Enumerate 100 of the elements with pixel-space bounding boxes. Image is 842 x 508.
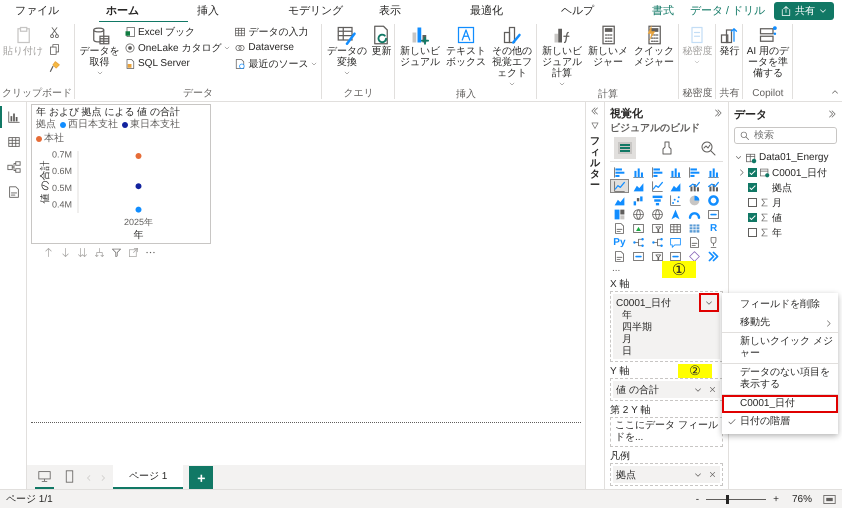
well-label: Y 軸 (610, 366, 630, 377)
zoom-out-button[interactable]: - (694, 494, 702, 504)
ribbon-button[interactable]: 新しいビジュアル (397, 24, 442, 69)
expand-icon[interactable] (713, 108, 723, 118)
field-pill[interactable]: 値 の合計 (613, 381, 720, 398)
menu-item[interactable]: C0001_日付 (722, 395, 838, 413)
ribbon-button[interactable]: Excel ブック (123, 24, 232, 39)
menu-item[interactable]: 新しいクイック メジャー (722, 333, 838, 364)
double-arrow-down-icon[interactable] (77, 247, 88, 258)
menu-item[interactable]: 移動先 (722, 314, 838, 333)
checkbox[interactable] (748, 198, 757, 207)
group-label: Copilot (751, 88, 784, 99)
slider-thumb[interactable] (726, 494, 730, 504)
ribbon-tab[interactable]: データ / ドリル (682, 0, 772, 22)
ribbon-button[interactable]: Dataverse (233, 40, 320, 55)
share-button[interactable]: 共有 (774, 2, 834, 20)
fit-page-icon[interactable] (823, 492, 836, 506)
checkbox[interactable] (748, 228, 757, 237)
dropdown-button[interactable] (701, 295, 717, 310)
scissors-icon[interactable] (48, 26, 61, 39)
checkbox[interactable] (748, 213, 757, 222)
data-point (136, 206, 142, 213)
ribbon-button[interactable]: 新しいメジャー (585, 24, 630, 69)
page-tab[interactable]: ページ 1 (113, 465, 184, 489)
page-counter: ページ 1/1 (6, 493, 53, 506)
collapse-icon[interactable] (590, 106, 600, 116)
focus-mode-icon[interactable] (128, 247, 139, 258)
well-label: 第 2 Y 軸 (610, 405, 650, 416)
globe-icon (632, 208, 645, 220)
table-icon (745, 152, 757, 164)
filters-pane-label[interactable]: フィルター (590, 136, 600, 191)
search-icon (739, 130, 750, 141)
ribbon-tab[interactable]: モデリング (280, 0, 370, 22)
legend-label: 本社 (44, 133, 64, 145)
fork-icon[interactable] (94, 247, 105, 258)
data-point (136, 183, 142, 190)
checkbox[interactable] (748, 168, 757, 177)
search-box[interactable]: 検索 (734, 127, 837, 144)
caret-icon[interactable] (734, 153, 743, 162)
ribbon-button[interactable]: データの入力 (233, 24, 320, 39)
ribbon-button[interactable]: その他の視覚エフェクト (489, 24, 534, 89)
pie-chart-icon (688, 194, 702, 206)
ribbon-tab[interactable]: ヘルプ (554, 0, 643, 22)
ribbon-button[interactable]: テキストボックス (443, 24, 488, 69)
ribbon-button[interactable]: 最近のソース (233, 56, 320, 71)
phone-icon (63, 470, 76, 483)
menu-item[interactable]: データのない項目を表示する (722, 364, 838, 395)
menu-item[interactable]: フィールドを削除 (722, 296, 838, 314)
visual-type-button[interactable] (610, 179, 629, 193)
group-label: クリップボード (2, 88, 72, 99)
checkbox[interactable] (748, 183, 757, 192)
field-pill[interactable]: C0001_日付 年 四半期 月 日 (613, 294, 720, 359)
field-name: 値 の合計 (616, 384, 660, 396)
ribbon-button[interactable]: 新しいビジュアル計算 (539, 24, 584, 89)
ribbon-tab[interactable]: 書式 (644, 0, 681, 22)
fields-icon (617, 140, 633, 156)
ribbon-button[interactable]: AI 用のデータを準備する (745, 24, 790, 80)
chevron-right-icon[interactable] (737, 168, 746, 177)
bar-chart-icon (7, 110, 21, 124)
ribbon-button[interactable]: 更新 (370, 24, 392, 58)
more-visuals-button[interactable]: ... (610, 263, 622, 275)
spreadsheet-icon (124, 26, 136, 38)
table-name[interactable]: Data01_Energy (759, 152, 828, 163)
ribbon-button[interactable]: SQL Server (123, 56, 232, 71)
expand-icon[interactable] (827, 109, 837, 119)
field-name[interactable]: C0001_日付 (772, 166, 828, 180)
field-name[interactable]: 年 (772, 226, 782, 240)
ribbon-button[interactable]: 発行 (718, 24, 740, 58)
ribbon-button[interactable]: OneLake カタログ (123, 40, 232, 55)
ribbon-tab[interactable]: ファイル (8, 0, 97, 22)
ribbon-tab[interactable]: 表示 (372, 0, 461, 22)
ribbon-tab[interactable]: 最適化 (462, 0, 552, 22)
bar-chart-icon (612, 166, 626, 178)
sigma-icon (759, 197, 770, 208)
close-icon[interactable] (708, 385, 717, 394)
field-pill[interactable]: 拠点 (613, 466, 720, 483)
ribbon-tab[interactable]: 挿入 (190, 0, 279, 22)
add-page-button[interactable]: + (189, 466, 214, 489)
ribbon-button[interactable]: クイックメジャー (631, 24, 676, 69)
axis-title: 値 の合計 (40, 160, 51, 204)
zoom-in-button[interactable]: + (771, 494, 781, 504)
menu-item[interactable]: 日付の階層 (722, 413, 838, 431)
callout-marker: ② (678, 364, 712, 378)
bar-chart-icon (410, 25, 430, 45)
hierarchy-level: 日 (621, 346, 633, 358)
close-icon[interactable] (708, 470, 717, 479)
desktop-icon (38, 470, 51, 483)
ribbon-button[interactable]: データを取得 (77, 24, 122, 78)
axis-tick-label: 0.4M (52, 200, 72, 210)
matrix-icon (688, 222, 702, 234)
field-name[interactable]: 月 (772, 196, 782, 210)
combo-chart-icon (707, 180, 720, 192)
build-visual-tab[interactable] (614, 137, 636, 159)
ribbon-button[interactable]: データの変換 (324, 24, 370, 78)
field-name[interactable]: 拠点 (772, 180, 792, 194)
filter-icon[interactable] (111, 247, 122, 258)
field-name[interactable]: 値 (772, 210, 782, 224)
search-input[interactable]: 検索 (754, 130, 824, 141)
document-icon (612, 222, 626, 234)
copy-icon[interactable] (48, 43, 61, 56)
